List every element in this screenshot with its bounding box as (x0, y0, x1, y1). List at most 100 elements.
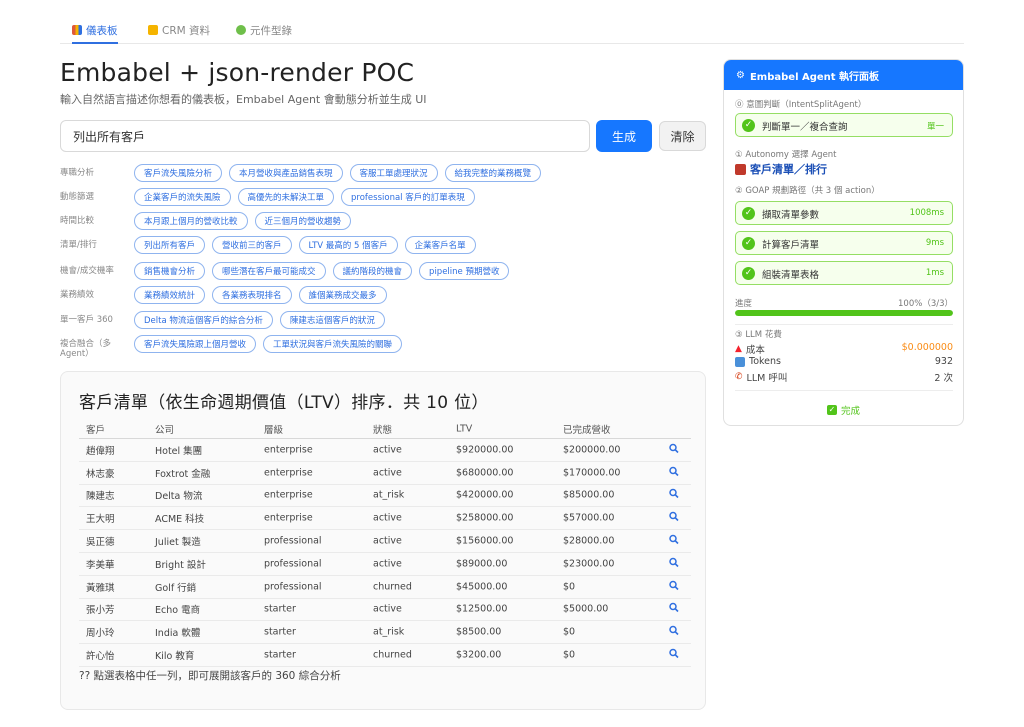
table-header: 客戶 公司 層級 狀態 LTV 已完成營收 (79, 419, 691, 439)
table-cell: $5000.00 (563, 603, 609, 615)
suggestion-chip[interactable]: 客戶流失風險跟上個月營收 (134, 335, 257, 353)
suggestion-category: 清單/排行 (60, 240, 97, 250)
divider (735, 390, 953, 391)
table-cell: enterprise (264, 467, 313, 479)
step-value: 單一 (926, 122, 944, 132)
table-cell: Delta 物流 (155, 491, 203, 503)
magnifier-icon[interactable] (669, 648, 679, 662)
tab-crm-data[interactable]: CRM 資料 (148, 22, 210, 38)
suggestion-chip[interactable]: 列出所有客戶 (134, 236, 206, 254)
suggestion-chip[interactable]: 誰個業務成交最多 (298, 286, 387, 304)
suggestion-chip[interactable]: LTV 最高的 5 個客戶 (298, 236, 398, 254)
suggestion-chip[interactable]: 本月跟上個月的營收比較 (134, 212, 248, 230)
tab-label: 元件型錄 (250, 24, 292, 37)
suggestion-chip[interactable]: 營收前三的客戶 (212, 236, 292, 254)
column-header: 狀態 (373, 424, 393, 436)
table-row[interactable]: 黃雅琪 Golf 行銷 professional churned $45000.00 $0 (79, 576, 691, 599)
suggestion-chip[interactable]: 工單狀況與客戶流失風險的關聯 (263, 335, 403, 353)
table-cell: $28000.00 (563, 535, 615, 547)
goap-step: ✓ 計算客戶清單 9ms (735, 231, 953, 255)
check-box-icon: ✓ (826, 405, 837, 415)
table-row[interactable]: 李美華 Bright 設計 professional active $89000.00 $… (79, 553, 691, 576)
table-cell: Kilo 教育 (155, 651, 195, 663)
suggestion-chips: 客戶流失風險分析 本月營收與產品銷售表現 客服工單處理狀況 給我完整的業務概覽 (134, 164, 542, 182)
suggestion-chip[interactable]: 銷售機會分析 (134, 262, 206, 280)
table-cell: Bright 設計 (155, 559, 206, 571)
suggestion-row: 業務績效 業務績效統計 各業務表現排名 誰個業務成交最多 (60, 286, 720, 306)
page-subtitle: 輸入自然語言描述你想看的儀表板，Embabel Agent 會動態分析並生成 U… (60, 93, 427, 106)
magnifier-icon[interactable] (669, 443, 679, 456)
suggestion-chip[interactable]: 業務績效統計 (134, 286, 206, 304)
suggestion-chip[interactable]: 企業客戶名單 (404, 236, 476, 254)
prompt-input[interactable] (60, 120, 590, 152)
suggestion-chip[interactable]: 給我完整的業務概覽 (444, 164, 542, 182)
table-cell: $45000.00 (456, 581, 508, 593)
table-cell: professional (264, 558, 322, 570)
suggestion-chip[interactable]: 企業客戶的流失風險 (134, 188, 231, 206)
goap-label: ② GOAP 規劃路徑（共 3 個 action） (735, 186, 880, 196)
suggestion-chip[interactable]: Delta 物流這個客戶的綜合分析 (134, 311, 273, 329)
table-cell: active (373, 467, 402, 479)
tab-component-catalog[interactable]: 元件型錄 (236, 22, 292, 38)
table-row[interactable]: 周小玲 India 軟體 starter at_risk $8500.00 $0 (79, 621, 691, 645)
table-cell: 趙偉翔 (86, 445, 115, 457)
table-cell: $0 (563, 626, 576, 638)
suggestion-chip[interactable]: 客戶流失風險分析 (134, 164, 223, 182)
result-card: 客戶清單（依生命週期價值（LTV）排序．共 10 位） 客戶 公司 層級 狀態 … (60, 371, 706, 710)
suggestion-chip[interactable]: 近三個月的營收趨勢 (254, 212, 352, 230)
table-cell: $170000.00 (563, 467, 621, 479)
suggestion-chip[interactable]: 陳建志這個客戶的狀況 (279, 311, 385, 329)
table-row[interactable]: 王大明 ACME 科技 enterprise active $258000.00 $570… (79, 507, 691, 531)
fire-icon: ▲ (735, 344, 742, 354)
magnifier-icon[interactable] (669, 557, 679, 570)
table-cell: starter (264, 603, 296, 615)
tokens-icon (735, 356, 745, 367)
tab-dashboard[interactable]: 儀表板 (72, 22, 118, 44)
magnifier-icon[interactable] (669, 512, 679, 525)
magnifier-icon[interactable] (669, 580, 679, 593)
magnifier-icon[interactable] (669, 626, 679, 639)
table-cell: active (373, 535, 402, 547)
column-header: 已完成營收 (563, 424, 611, 436)
suggestion-chip[interactable]: 各業務表現排名 (212, 286, 292, 304)
suggestion-category: 機會/成交機率 (60, 266, 114, 276)
magnifier-icon[interactable] (669, 534, 679, 548)
table-cell: $680000.00 (456, 467, 514, 479)
table-cell: 吳正德 (86, 537, 115, 549)
magnifier-icon[interactable] (669, 603, 679, 616)
suggestion-chip[interactable]: 議約階段的機會 (332, 262, 413, 280)
suggestion-chip[interactable]: pipeline 預期營收 (419, 262, 510, 280)
table-cell: churned (373, 649, 412, 661)
generate-button[interactable]: 生成 (596, 120, 652, 152)
suggestion-chip[interactable]: 哪些潛在客戶最可能成交 (212, 262, 326, 280)
table-row[interactable]: 吳正德 Juliet 製造 professional active $156000.00… (79, 530, 691, 553)
page-title: Embabel + json-render POC (60, 58, 415, 87)
table-row[interactable]: 趙偉翔 Hotel 集團 enterprise active $920000.00 $20… (79, 439, 691, 462)
suggestion-chip[interactable]: 高優先的未解決工單 (237, 188, 335, 206)
table-row[interactable]: 張小芳 Echo 電商 starter active $12500.00 $5000.00 (79, 599, 691, 622)
table-cell: $0 (563, 649, 576, 661)
table-cell: churned (373, 581, 412, 593)
table-cell: Juliet 製造 (155, 537, 201, 549)
suggestion-chips: 本月跟上個月的營收比較 近三個月的營收趨勢 (134, 212, 352, 230)
table-cell: $0 (563, 581, 576, 593)
table-cell: 張小芳 (86, 605, 115, 617)
table-cell: professional (264, 581, 322, 593)
magnifier-icon[interactable] (669, 489, 679, 502)
table-row[interactable]: 許心怡 Kilo 教育 starter churned $3200.00 $0 (79, 644, 691, 667)
table-cell: 林志豪 (86, 468, 115, 480)
check-icon: ✓ (742, 237, 755, 250)
check-icon: ✓ (742, 207, 755, 220)
done-status: ✓ 完成 (724, 403, 963, 417)
progress-bar-fill (735, 310, 953, 316)
table-row[interactable]: 林志豪 Foxtrot 金融 enterprise active $680000.00 $… (79, 462, 691, 485)
suggestion-chip[interactable]: 客服工單處理狀況 (349, 164, 438, 182)
clear-button[interactable]: 清除 (659, 121, 706, 151)
table-cell: 李美華 (86, 559, 115, 571)
magnifier-icon[interactable] (669, 466, 679, 479)
suggestion-chip[interactable]: professional 客戶的訂單表現 (341, 188, 475, 206)
step-label: 擷取清單參數 (762, 210, 820, 221)
table-row[interactable]: 陳建志 Delta 物流 enterprise at_risk $420000.00 $8… (79, 485, 691, 508)
table-cell: ACME 科技 (155, 514, 205, 526)
suggestion-chip[interactable]: 本月營收與產品銷售表現 (229, 164, 343, 182)
